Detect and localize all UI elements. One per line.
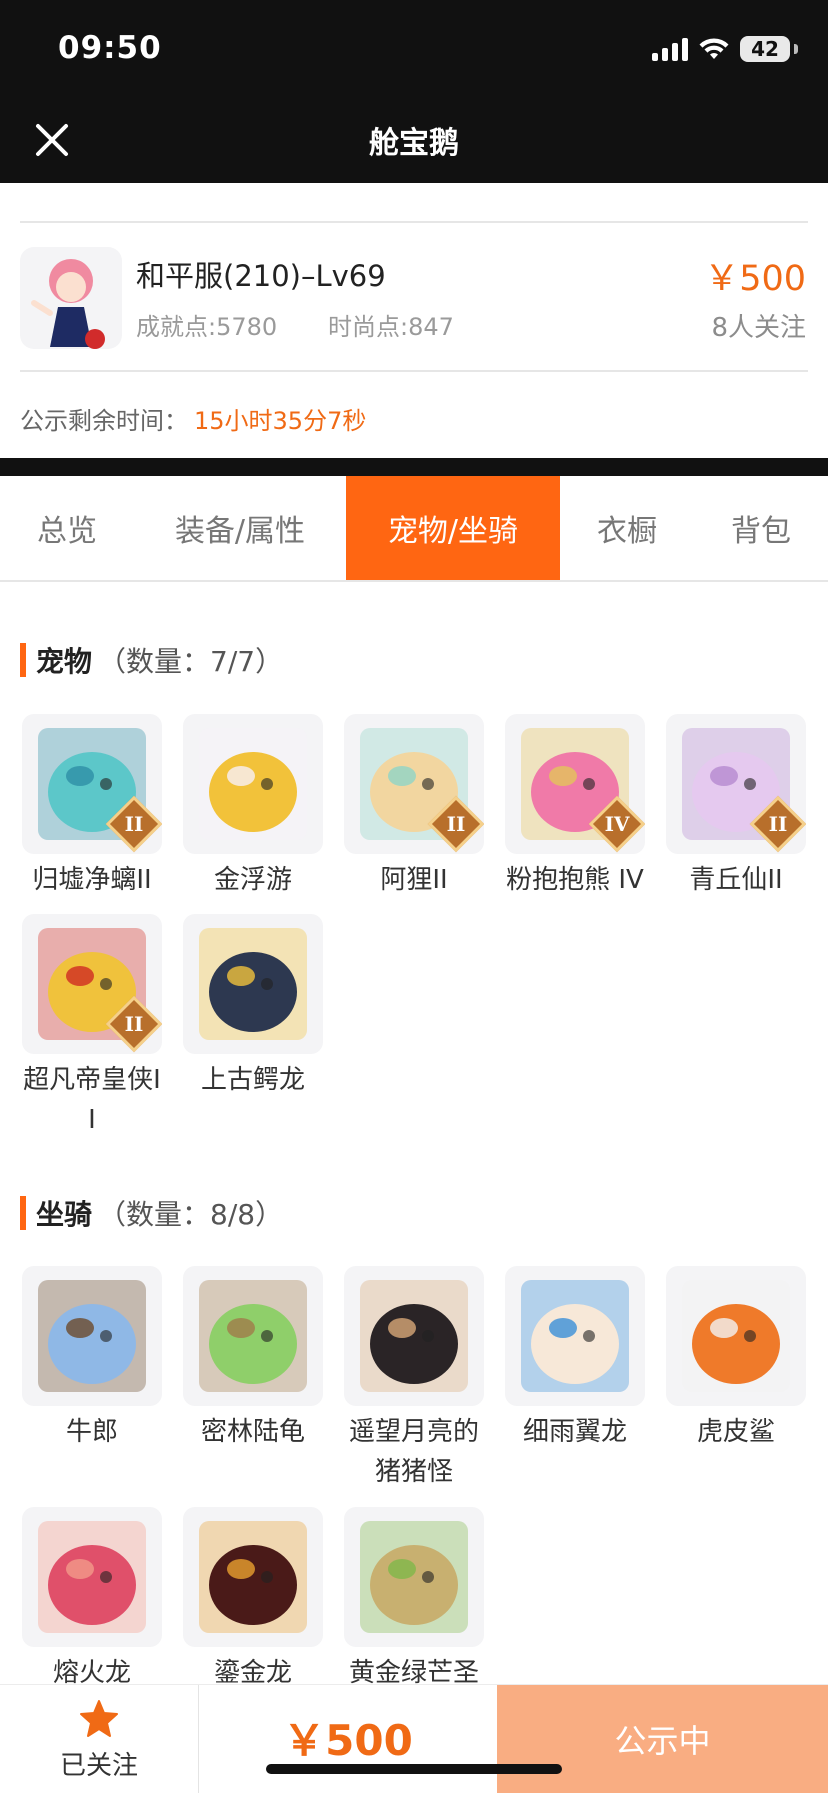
- pet-item[interactable]: IV 粉抱抱熊 IV: [505, 714, 645, 900]
- mount-item[interactable]: 黄金绿芒圣: [344, 1507, 484, 1693]
- pet-thumbnail: IV: [505, 714, 645, 854]
- achievement-points: 成就点:5780: [136, 313, 278, 341]
- pet-name: 青丘仙II: [689, 865, 783, 895]
- pet-name: 粉抱抱熊 IV: [506, 865, 644, 895]
- pet-thumbnail: II: [666, 714, 806, 854]
- tab-overview[interactable]: 总览: [0, 476, 134, 580]
- public-countdown-label: 公示剩余时间：: [20, 407, 188, 435]
- tier-badge-label: II: [124, 1012, 144, 1036]
- section-accent-bar: [20, 643, 26, 677]
- mounts-count: （数量：8/8）: [98, 1198, 284, 1231]
- tier-badge-label: IV: [604, 812, 630, 836]
- tab-wardrobe[interactable]: 衣橱: [560, 476, 694, 580]
- cellular-signal-icon: [652, 37, 688, 61]
- status-time: 09:50: [58, 30, 162, 66]
- mount-thumbnail: [22, 1507, 162, 1647]
- mount-name: 遥望月亮的猪猪怪: [348, 1417, 479, 1487]
- pet-item[interactable]: 上古鳄龙: [183, 914, 323, 1100]
- mount-name: 牛郎: [65, 1417, 118, 1447]
- star-icon: [80, 1700, 118, 1737]
- character-avatar: [20, 247, 122, 349]
- pet-thumbnail: [183, 914, 323, 1054]
- mount-item[interactable]: 遥望月亮的猪猪怪: [344, 1266, 484, 1492]
- mount-thumbnail: [183, 1266, 323, 1406]
- mount-item[interactable]: 密林陆龟: [183, 1266, 323, 1452]
- tab-bar: 总览 装备/属性 宠物/坐骑 衣橱 背包: [0, 476, 828, 582]
- mount-thumbnail: [22, 1266, 162, 1406]
- mount-thumbnail: [344, 1507, 484, 1647]
- pet-name: 阿狸II: [380, 865, 448, 895]
- pets-title: 宠物: [36, 645, 93, 678]
- home-indicator: [266, 1764, 562, 1774]
- bottom-action-bar: 已关注 ￥500 公示中: [0, 1684, 828, 1793]
- pet-item[interactable]: II 归墟净螭II: [22, 714, 162, 900]
- bottom-price: ￥500: [283, 1716, 413, 1765]
- divider: [20, 370, 808, 372]
- mount-item[interactable]: 鎏金龙: [183, 1507, 323, 1693]
- follow-label: 已关注: [59, 1751, 138, 1781]
- public-countdown-value: 15小时35分7秒: [194, 407, 367, 435]
- pet-thumbnail: [183, 714, 323, 854]
- follow-button[interactable]: 已关注: [0, 1685, 199, 1793]
- pet-name: 上古鳄龙: [200, 1065, 305, 1095]
- wifi-icon: [699, 38, 729, 59]
- mount-name: 虎皮鲨: [696, 1417, 775, 1447]
- pet-thumbnail: II: [22, 914, 162, 1054]
- mount-item[interactable]: 牛郎: [22, 1266, 162, 1452]
- pet-item[interactable]: II 阿狸II: [344, 714, 484, 900]
- header: 09:50 42 舱宝鹅: [0, 0, 828, 183]
- mount-item[interactable]: 虎皮鲨: [666, 1266, 806, 1452]
- mount-thumbnail: [183, 1507, 323, 1647]
- mount-item[interactable]: 熔火龙: [22, 1507, 162, 1693]
- status-icons: 42: [652, 34, 798, 64]
- tier-badge-label: II: [768, 812, 788, 836]
- mount-item[interactable]: 细雨翼龙: [505, 1266, 645, 1452]
- tab-pets-mounts[interactable]: 宠物/坐骑: [346, 476, 560, 580]
- follower-count: 8人关注: [711, 313, 806, 343]
- pet-name: 超凡帝皇侠II: [23, 1065, 161, 1135]
- pet-item[interactable]: 金浮游: [183, 714, 323, 900]
- pets-section-title: 宠物 （数量：7/7）: [20, 640, 283, 680]
- mount-thumbnail: [505, 1266, 645, 1406]
- pet-name: 归墟净螭II: [32, 865, 152, 895]
- mounts-title: 坐骑: [36, 1198, 93, 1231]
- pet-thumbnail: II: [22, 714, 162, 854]
- account-card: 和平服(210)–Lv69 成就点:5780 时尚点:847 ￥500 8人关注…: [0, 183, 828, 458]
- price: ￥500: [704, 259, 806, 299]
- fashion-points: 时尚点:847: [328, 313, 454, 341]
- mounts-section-title: 坐骑 （数量：8/8）: [20, 1193, 283, 1233]
- pet-name: 金浮游: [213, 865, 292, 895]
- mount-thumbnail: [344, 1266, 484, 1406]
- public-status-button[interactable]: 公示中: [497, 1685, 828, 1793]
- account-title: 和平服(210)–Lv69: [136, 259, 386, 293]
- battery-icon: 42: [740, 36, 790, 62]
- tier-badge-label: II: [124, 812, 144, 836]
- mount-name: 细雨翼龙: [522, 1417, 627, 1447]
- pet-item[interactable]: II 青丘仙II: [666, 714, 806, 900]
- divider: [20, 221, 808, 223]
- pets-count: （数量：7/7）: [98, 645, 284, 678]
- tab-equipment[interactable]: 装备/属性: [134, 476, 346, 580]
- page-title: 舱宝鹅: [369, 126, 459, 161]
- tier-badge-label: II: [446, 812, 466, 836]
- section-accent-bar: [20, 1196, 26, 1230]
- battery-cap: [794, 44, 798, 54]
- pet-thumbnail: II: [344, 714, 484, 854]
- mount-name: 密林陆龟: [200, 1417, 305, 1447]
- section-separator: [0, 458, 828, 476]
- pet-item[interactable]: II 超凡帝皇侠II: [22, 914, 162, 1140]
- public-countdown: 公示剩余时间： 15小时35分7秒: [20, 401, 366, 436]
- tab-backpack[interactable]: 背包: [694, 476, 828, 580]
- mount-thumbnail: [666, 1266, 806, 1406]
